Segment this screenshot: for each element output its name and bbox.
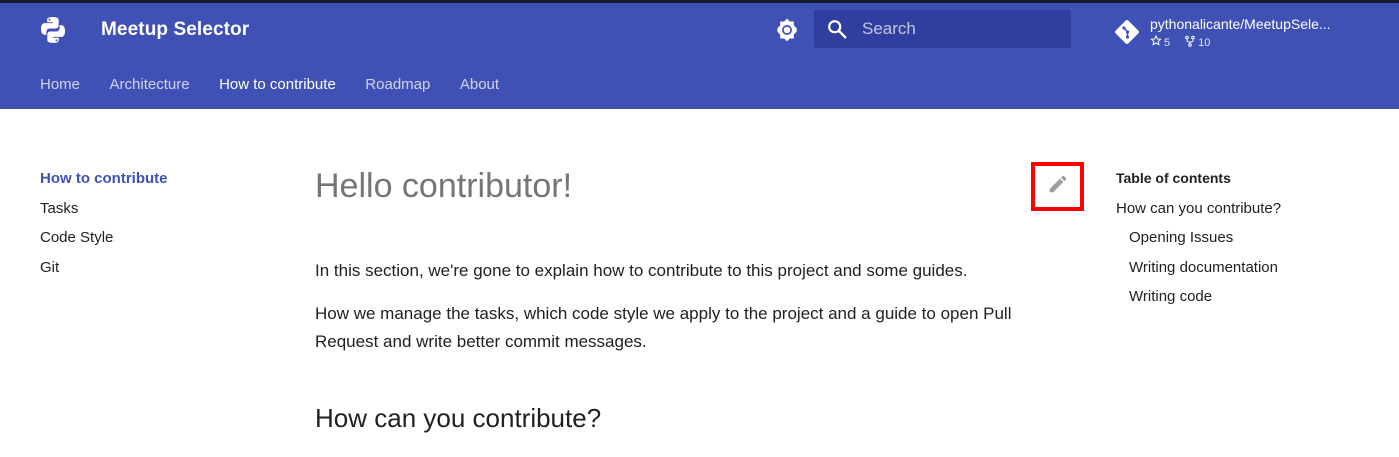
git-icon [1114,19,1140,45]
search-input[interactable] [862,16,1062,42]
header: Meetup Selector python [0,0,1399,109]
sidebar-item-git[interactable]: Git [40,259,168,289]
toc-item-writing-code[interactable]: Writing code [1116,288,1281,318]
toc-title: Table of contents [1116,170,1231,186]
star-icon [1150,34,1162,50]
tab-roadmap[interactable]: Roadmap [365,76,430,93]
fork-count: 10 [1198,36,1211,49]
page-title: Hello contributor! [315,167,573,205]
pencil-edit-icon [1047,173,1069,200]
sidebar-nav: How to contribute Tasks Code Style Git [40,170,168,288]
sidebar-item-how-to-contribute[interactable]: How to contribute [40,170,168,200]
sidebar-item-tasks[interactable]: Tasks [40,200,168,230]
sidebar-item-code-style[interactable]: Code Style [40,229,168,259]
repo-facts: 5 10 [1150,34,1211,50]
edit-page-button[interactable] [1031,162,1084,211]
table-of-contents: Table of contents How can you contribute… [1116,170,1281,318]
tab-about[interactable]: About [460,76,499,93]
tabs: Home Architecture How to contribute Road… [40,76,529,93]
description-paragraph: How we manage the tasks, which code styl… [315,304,1012,351]
toc-item-writing-documentation[interactable]: Writing documentation [1116,259,1281,289]
repo-link[interactable]: pythonalicante/MeetupSele... 5 10 [1114,15,1344,55]
site-title[interactable]: Meetup Selector [101,19,249,41]
toc-item-how-can-you-contribute[interactable]: How can you contribute? [1116,200,1281,230]
star-count: 5 [1164,36,1171,49]
tab-home[interactable]: Home [40,76,80,93]
section-heading: How can you contribute? [315,403,602,433]
brightness-icon[interactable] [774,17,800,43]
fork-icon [1184,35,1196,50]
search-icon[interactable] [826,18,848,40]
toc-item-opening-issues[interactable]: Opening Issues [1116,229,1281,259]
tab-architecture[interactable]: Architecture [110,76,190,93]
search-box[interactable] [814,10,1071,48]
tab-how-to-contribute[interactable]: How to contribute [219,76,336,93]
intro-paragraph: In this section, we're gone to explain h… [315,261,968,280]
repo-name: pythonalicante/MeetupSele... [1150,16,1331,32]
python-logo-icon[interactable] [38,15,68,45]
